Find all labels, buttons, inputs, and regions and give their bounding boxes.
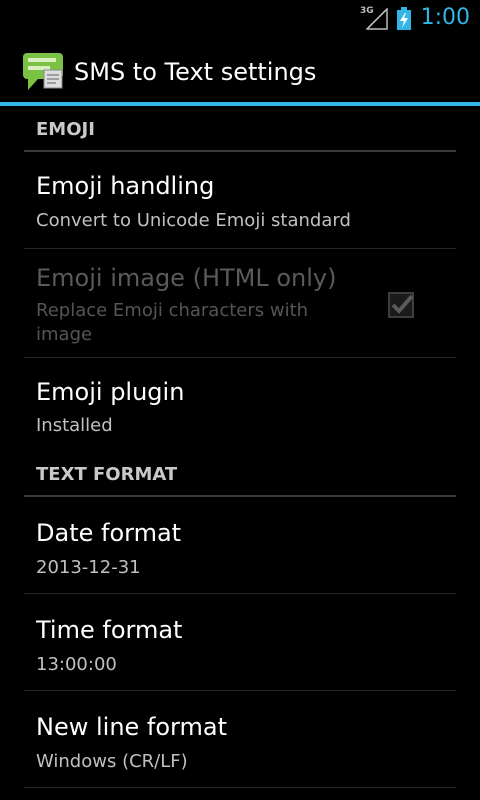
pref-summary: 13:00:00: [36, 654, 117, 675]
pref-summary: Replace Emoji characters with image: [36, 300, 309, 345]
signal-strength-icon: [366, 8, 388, 30]
pref-time-format[interactable]: Time format 13:00:00: [24, 594, 456, 691]
settings-list[interactable]: EMOJI Emoji handling Convert to Unicode …: [0, 110, 480, 800]
pref-summary: Windows (CR/LF): [36, 751, 188, 772]
pref-emoji-plugin[interactable]: Emoji plugin Installed: [24, 358, 456, 455]
pref-title: Date format: [36, 519, 182, 547]
pref-title: Emoji plugin: [36, 378, 185, 406]
pref-summary: 2013-12-31: [36, 557, 141, 578]
pref-new-line-format[interactable]: New line format Windows (CR/LF): [24, 691, 456, 788]
pref-emoji-handling[interactable]: Emoji handling Convert to Unicode Emoji …: [24, 152, 456, 249]
page-title: SMS to Text settings: [74, 58, 317, 86]
sms-to-text-app-icon[interactable]: [22, 52, 64, 92]
pref-title: Emoji handling: [36, 172, 215, 200]
pref-summary: Installed: [36, 415, 113, 436]
clock: 1:00: [420, 5, 470, 30]
category-header-label: TEXT FORMAT: [36, 464, 178, 485]
action-bar: SMS to Text settings: [0, 38, 480, 106]
battery-charging-icon: [397, 7, 411, 30]
pref-title: New line format: [36, 713, 227, 741]
pref-title: Emoji image (HTML only): [36, 264, 337, 292]
category-header-text-format: TEXT FORMAT: [24, 455, 456, 497]
pref-title: Time format: [36, 616, 183, 644]
pref-date-format[interactable]: Date format 2013-12-31: [24, 497, 456, 594]
emoji-image-checkbox[interactable]: [388, 292, 414, 318]
status-bar: 3G 1:00: [0, 0, 480, 38]
pref-summary: Convert to Unicode Emoji standard: [36, 210, 351, 231]
category-header-label: EMOJI: [36, 119, 95, 140]
category-header-emoji: EMOJI: [24, 110, 456, 152]
checkmark-icon: [391, 294, 414, 314]
pref-emoji-image[interactable]: Emoji image (HTML only) Replace Emoji ch…: [24, 249, 456, 358]
